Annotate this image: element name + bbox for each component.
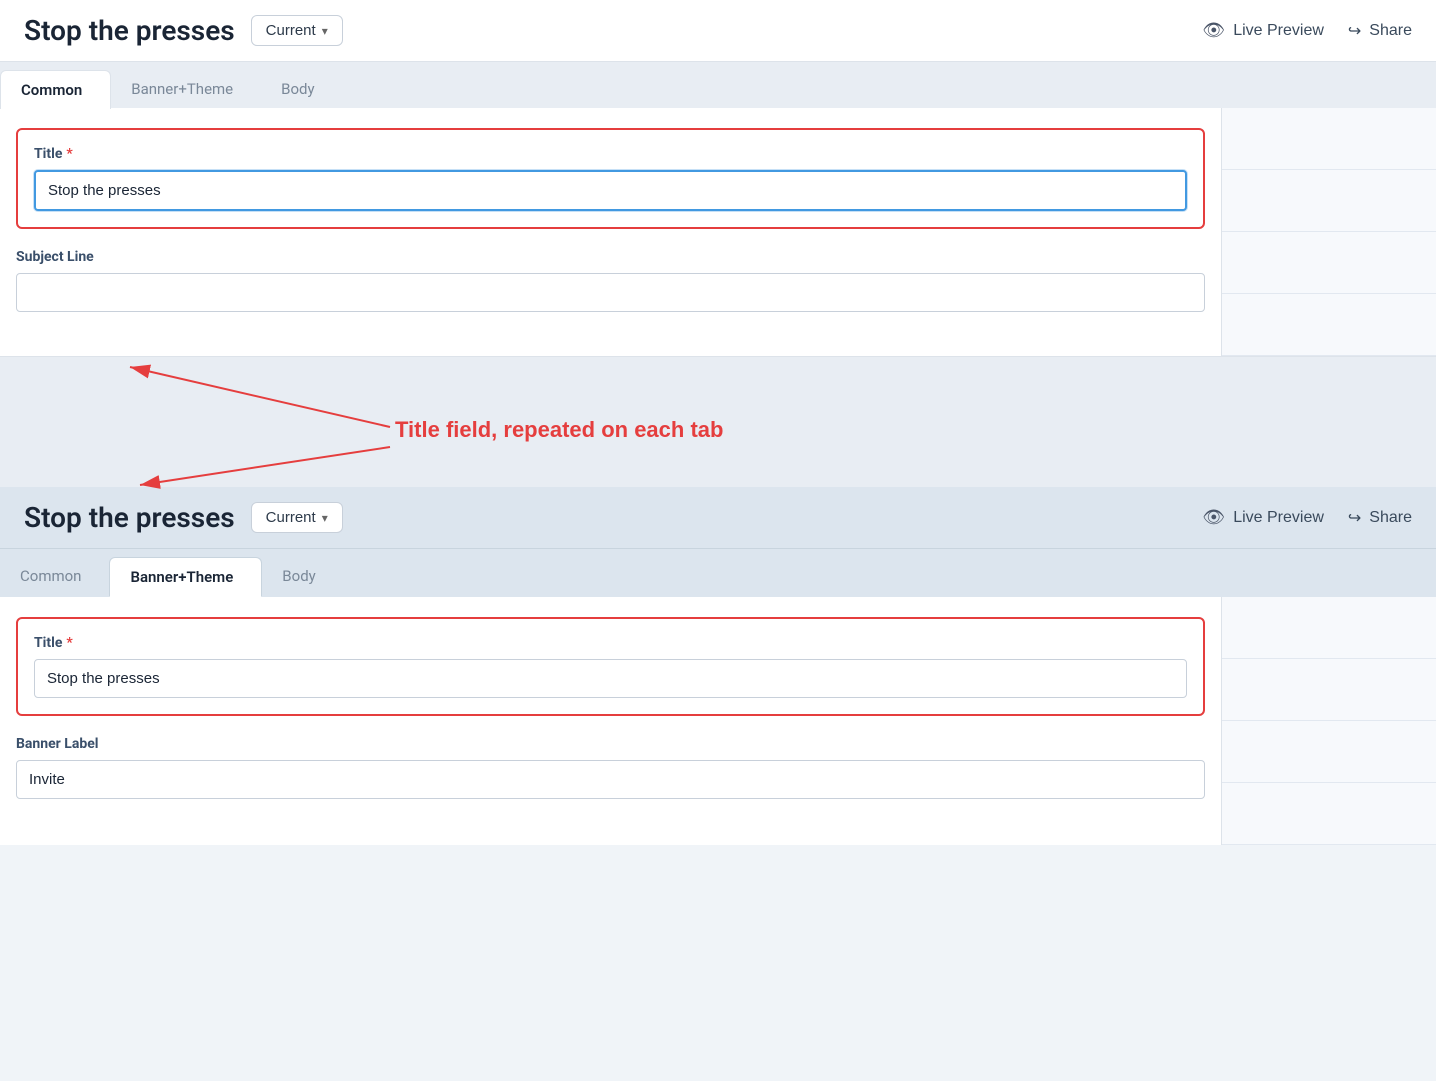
bottom-panel-body: Title * Banner Label [0,597,1436,845]
page-title: Stop the presses [24,14,235,47]
share-label: Share [1369,22,1412,40]
bottom-version-dropdown[interactable]: Current ▾ [251,502,343,533]
top-panel-header: Stop the presses Current ▾ 👁 Live Previe… [0,0,1436,62]
bottom-required-star: * [66,635,72,651]
bottom-panel-main: Title * Banner Label [0,597,1221,845]
top-right-sidebar [1221,108,1436,356]
title-field-section: Title * [16,128,1205,229]
bottom-chevron-icon: ▾ [322,511,328,525]
top-tabs: Common Banner+Theme Body [0,62,1436,108]
subject-line-input[interactable] [16,273,1205,312]
banner-label-input[interactable] [16,760,1205,799]
bottom-title-field-label: Title * [34,635,1187,651]
bottom-panel: Stop the presses Current ▾ 👁 Live Previe… [0,487,1436,845]
version-label: Current [266,22,316,39]
annotation-area: Title field, repeated on each tab [0,357,1436,487]
tab-body[interactable]: Body [261,70,342,108]
bottom-header-right: 👁 Live Preview ↪ Share [1202,507,1412,528]
required-star: * [66,146,72,162]
sidebar-block-1 [1222,108,1436,170]
svg-text:Title field, repeated on each: Title field, repeated on each tab [395,417,723,442]
version-dropdown[interactable]: Current ▾ [251,15,343,46]
tab-common[interactable]: Common [0,70,111,109]
title-input[interactable] [34,170,1187,211]
banner-label-label: Banner Label [16,736,1205,752]
bottom-share-icon: ↪ [1348,508,1361,528]
sidebar-block-3 [1222,232,1436,294]
tab-banner-theme[interactable]: Banner+Theme [111,70,261,108]
bottom-sidebar-block-3 [1222,721,1436,783]
share-button[interactable]: ↪ Share [1348,21,1412,41]
bottom-live-preview-label: Live Preview [1233,509,1324,527]
bottom-right-sidebar [1221,597,1436,845]
bottom-tab-common[interactable]: Common [0,557,109,597]
eye-icon: 👁 [1202,20,1225,41]
bottom-title-input[interactable] [34,659,1187,698]
top-panel-main: Title * Subject Line [0,108,1221,356]
bottom-sidebar-block-2 [1222,659,1436,721]
annotation-svg: Title field, repeated on each tab [0,357,1436,487]
bottom-title-field-section: Title * [16,617,1205,716]
header-right: 👁 Live Preview ↪ Share [1202,20,1412,41]
banner-label-section: Banner Label [16,736,1205,799]
bottom-panel-header: Stop the presses Current ▾ 👁 Live Previe… [0,487,1436,549]
top-panel-body: Title * Subject Line [0,108,1436,356]
main-wrapper: Stop the presses Current ▾ 👁 Live Previe… [0,0,1436,845]
subject-line-section: Subject Line [16,249,1205,312]
chevron-down-icon: ▾ [322,24,328,38]
bottom-sidebar-block-1 [1222,597,1436,659]
sidebar-block-2 [1222,170,1436,232]
live-preview-label: Live Preview [1233,22,1324,40]
bottom-tab-banner-theme[interactable]: Banner+Theme [109,557,262,597]
subject-line-label: Subject Line [16,249,1205,265]
top-panel: Stop the presses Current ▾ 👁 Live Previe… [0,0,1436,357]
bottom-eye-icon: 👁 [1202,507,1225,528]
bottom-page-title: Stop the presses [24,501,235,534]
bottom-share-label: Share [1369,509,1412,527]
bottom-share-button[interactable]: ↪ Share [1348,508,1412,528]
sidebar-block-4 [1222,294,1436,356]
live-preview-button[interactable]: 👁 Live Preview [1202,20,1324,41]
bottom-tabs: Common Banner+Theme Body [0,549,1436,597]
bottom-tab-body[interactable]: Body [262,557,343,597]
share-icon: ↪ [1348,21,1361,41]
title-field-label: Title * [34,146,1187,162]
bottom-version-label: Current [266,509,316,526]
bottom-live-preview-button[interactable]: 👁 Live Preview [1202,507,1324,528]
bottom-sidebar-block-4 [1222,783,1436,845]
